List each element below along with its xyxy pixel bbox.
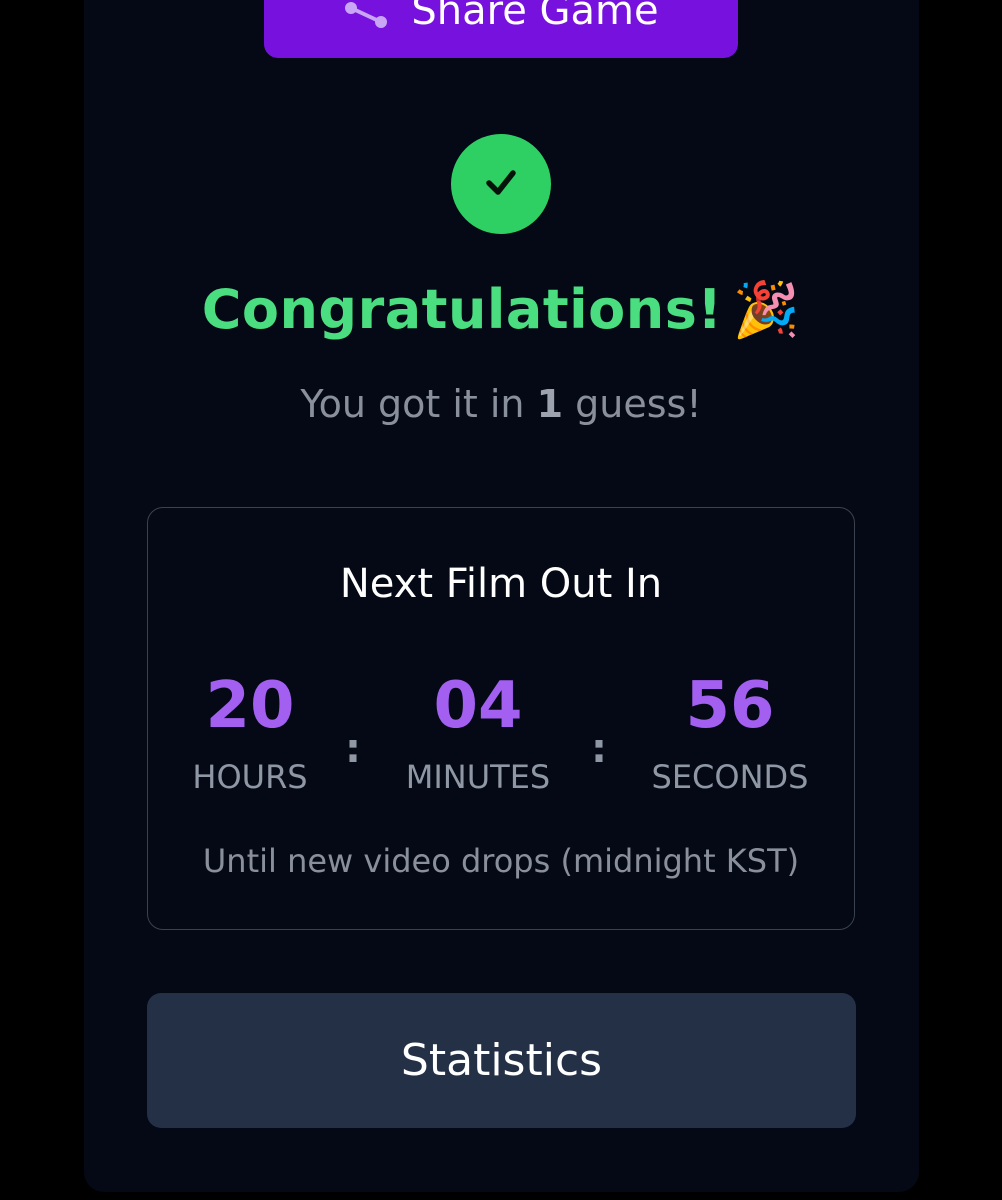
congratulations-text: Congratulations! xyxy=(201,278,723,341)
guess-prefix: You got it in xyxy=(300,382,525,426)
success-badge xyxy=(451,134,551,234)
countdown-card: Next Film Out In 20 HOURS : 04 MINUTES :… xyxy=(147,507,855,930)
seconds-label: SECONDS xyxy=(651,758,809,796)
countdown-title: Next Film Out In xyxy=(339,561,663,607)
guess-count: 1 xyxy=(536,382,564,426)
hours-label: HOURS xyxy=(192,758,308,796)
seconds-unit: 56 SECONDS xyxy=(630,668,830,796)
statistics-button[interactable]: Statistics xyxy=(147,993,856,1128)
minutes-label: MINUTES xyxy=(405,758,551,796)
minutes-unit: 04 MINUTES xyxy=(378,668,578,796)
countdown-note: Until new video drops (midnight KST) xyxy=(202,842,800,880)
share-game-button[interactable]: Share Game xyxy=(264,0,738,58)
guess-suffix: guess! xyxy=(575,382,702,426)
share-game-label: Share Game xyxy=(411,0,659,34)
minutes-value: 04 xyxy=(433,669,523,743)
congratulations-heading: Congratulations! 🎉 xyxy=(0,278,1002,342)
hours-value: 20 xyxy=(205,669,295,743)
check-icon xyxy=(479,160,523,208)
statistics-label: Statistics xyxy=(400,1035,603,1086)
guess-summary: You got it in 1 guess! xyxy=(0,382,1002,426)
time-separator: : xyxy=(591,726,607,772)
share-icon xyxy=(343,2,389,34)
party-popper-icon: 🎉 xyxy=(732,278,801,341)
time-separator: : xyxy=(345,726,361,772)
seconds-value: 56 xyxy=(685,669,775,743)
hours-unit: 20 HOURS xyxy=(150,668,350,796)
